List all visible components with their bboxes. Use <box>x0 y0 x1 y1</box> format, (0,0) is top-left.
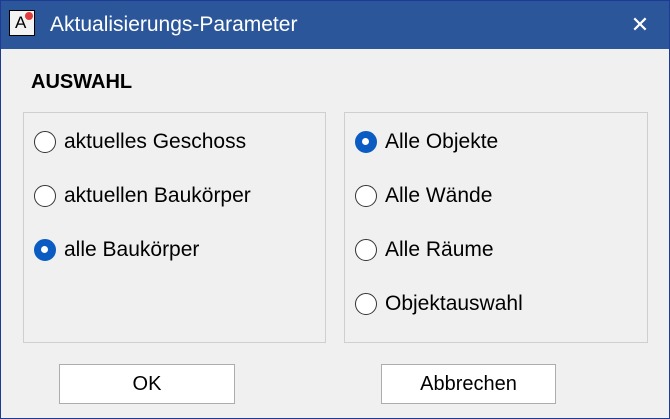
radio-option-object-selection[interactable]: Objektauswahl <box>355 289 523 319</box>
dialog-window: A Aktualisierungs-Parameter ✕ AUSWAHL ak… <box>0 0 670 419</box>
close-icon: ✕ <box>630 12 650 37</box>
radio-circle-icon[interactable] <box>355 293 377 315</box>
title-bar[interactable]: A Aktualisierungs-Parameter ✕ <box>1 1 669 49</box>
radio-option-current-building[interactable]: aktuellen Baukörper <box>34 181 251 211</box>
cancel-button[interactable]: Abbrechen <box>381 364 556 404</box>
section-title: AUSWAHL <box>31 71 133 93</box>
radio-label: alle Baukörper <box>64 238 200 261</box>
radio-option-all-walls[interactable]: Alle Wände <box>355 181 492 211</box>
radio-label: Alle Wände <box>385 184 493 207</box>
radio-label: Alle Räume <box>385 238 494 261</box>
app-icon: A <box>9 10 35 36</box>
radio-label: aktuellen Baukörper <box>64 184 251 207</box>
radio-circle-icon[interactable] <box>34 185 56 207</box>
radio-selected-icon[interactable] <box>355 131 377 153</box>
app-icon-badge <box>25 12 33 20</box>
window-title: Aktualisierungs-Parameter <box>50 13 298 36</box>
radio-circle-icon[interactable] <box>355 185 377 207</box>
radio-option-current-floor[interactable]: aktuelles Geschoss <box>34 127 246 157</box>
radio-label: Objektauswahl <box>385 292 523 315</box>
radio-label: Alle Objekte <box>385 130 499 153</box>
ok-button[interactable]: OK <box>59 364 235 404</box>
radio-circle-icon[interactable] <box>34 131 56 153</box>
object-radio-group: Alle Objekte Alle Wände Alle Räume Objek… <box>344 112 648 343</box>
radio-option-all-buildings[interactable]: alle Baukörper <box>34 235 199 265</box>
radio-option-all-objects[interactable]: Alle Objekte <box>355 127 498 157</box>
scope-radio-group: aktuelles Geschoss aktuellen Baukörper a… <box>23 112 326 343</box>
radio-selected-icon[interactable] <box>34 239 56 261</box>
radio-circle-icon[interactable] <box>355 239 377 261</box>
close-button[interactable]: ✕ <box>611 1 669 49</box>
radio-option-all-rooms[interactable]: Alle Räume <box>355 235 494 265</box>
radio-label: aktuelles Geschoss <box>64 130 247 153</box>
